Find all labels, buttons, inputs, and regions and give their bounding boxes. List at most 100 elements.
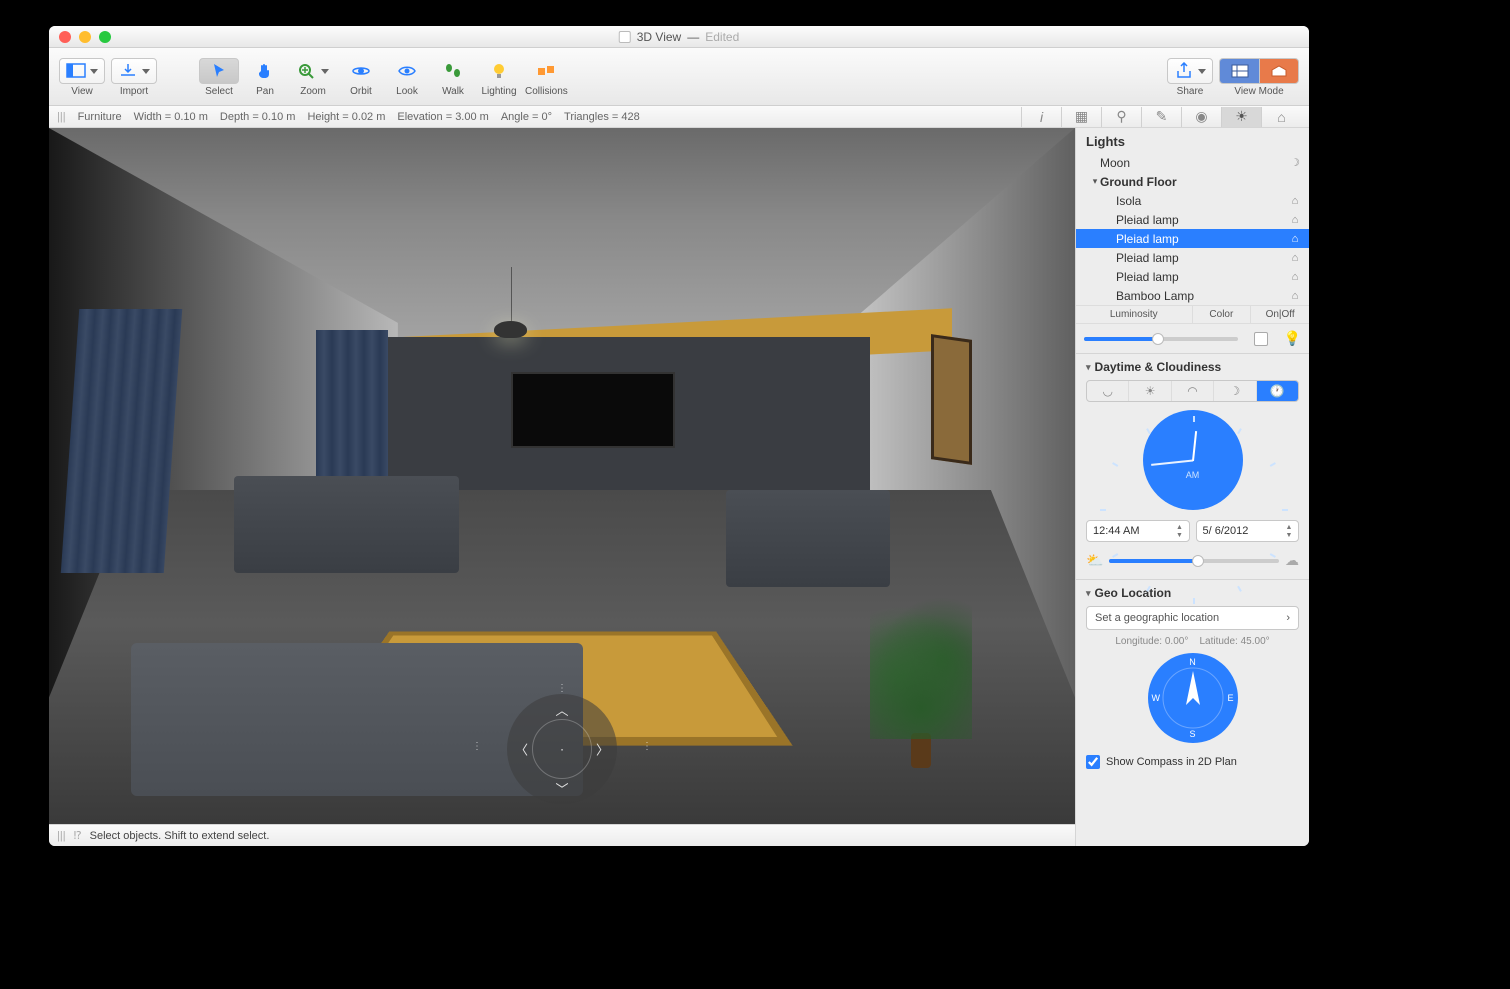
viewmode-2d-button[interactable] bbox=[1219, 58, 1259, 84]
lights-item[interactable]: ▾Ground Floor bbox=[1076, 172, 1309, 191]
pan-button[interactable] bbox=[245, 58, 285, 84]
night-tab[interactable]: ☽ bbox=[1214, 381, 1256, 401]
3d-viewport[interactable]: ⋮ ⋮ ⋮ ︿ ﹀ 〈 〉 · bbox=[49, 128, 1075, 824]
magnifier-icon bbox=[297, 62, 317, 80]
light-columns: Luminosity Color On|Off bbox=[1076, 305, 1309, 324]
select-tool: Select bbox=[199, 58, 239, 97]
lighting-button[interactable] bbox=[479, 58, 519, 84]
pan-label: Pan bbox=[256, 86, 274, 97]
date-value: 5/ 6/2012 bbox=[1203, 525, 1249, 537]
camera-tab[interactable]: ◉ bbox=[1181, 107, 1221, 127]
show-compass-checkbox[interactable]: Show Compass in 2D Plan bbox=[1086, 751, 1299, 773]
chevron-right-icon: › bbox=[1286, 612, 1290, 624]
share-button[interactable] bbox=[1167, 58, 1213, 84]
orbit-button[interactable] bbox=[341, 58, 381, 84]
chevron-down-icon bbox=[1198, 69, 1206, 74]
walk-label: Walk bbox=[442, 86, 464, 97]
view-label: View bbox=[71, 86, 93, 97]
dusk-tab[interactable]: ◠ bbox=[1172, 381, 1214, 401]
nav-center-icon[interactable]: · bbox=[560, 742, 564, 757]
infobar: ||| Furniture Width = 0.10 m Depth = 0.1… bbox=[49, 106, 1309, 128]
nav-down-icon[interactable]: ﹀ bbox=[555, 779, 568, 798]
dawn-tab[interactable]: ◡ bbox=[1087, 381, 1129, 401]
materials-tab[interactable]: ▦ bbox=[1061, 107, 1101, 127]
hand-icon bbox=[255, 62, 275, 80]
nav-dots-top[interactable]: ⋮ bbox=[557, 683, 567, 694]
time-clock[interactable]: AM bbox=[1143, 410, 1243, 510]
bulb-icon bbox=[489, 62, 509, 80]
collisions-tool: Collisions bbox=[525, 58, 568, 97]
geo-button-label: Set a geographic location bbox=[1095, 612, 1219, 624]
cloudiness-slider[interactable] bbox=[1109, 559, 1279, 563]
show-compass-input[interactable] bbox=[1086, 755, 1100, 769]
window-controls bbox=[49, 31, 111, 43]
compass[interactable]: N S W E bbox=[1148, 653, 1238, 743]
look-button[interactable] bbox=[387, 58, 427, 84]
luminosity-slider[interactable] bbox=[1084, 337, 1238, 341]
import-button[interactable] bbox=[111, 58, 157, 84]
minimize-button[interactable] bbox=[79, 31, 91, 43]
lights-item[interactable]: Pleiad lamp⌂ bbox=[1076, 210, 1309, 229]
lights-item[interactable]: Pleiad lamp⌂ bbox=[1076, 248, 1309, 267]
building-tab[interactable]: ⌂ bbox=[1261, 107, 1301, 127]
zoom-button[interactable] bbox=[99, 31, 111, 43]
date-stepper[interactable]: 5/ 6/2012 ▲▼ bbox=[1196, 520, 1300, 542]
light-type-icon: ⌂ bbox=[1287, 290, 1303, 302]
nav-left-icon[interactable]: 〈 bbox=[515, 740, 528, 759]
lights-item[interactable]: Moon☽ bbox=[1076, 153, 1309, 172]
orbit-tool: Orbit bbox=[341, 58, 381, 97]
navigation-pad[interactable]: ︿ ﹀ 〈 〉 · bbox=[507, 694, 617, 804]
day-tab[interactable]: ☀ bbox=[1129, 381, 1171, 401]
orbit-icon bbox=[351, 62, 371, 80]
time-stepper[interactable]: 12:44 AM ▲▼ bbox=[1086, 520, 1190, 542]
select-button[interactable] bbox=[199, 58, 239, 84]
walk-button[interactable] bbox=[433, 58, 473, 84]
title-text: 3D View bbox=[637, 30, 681, 44]
info-tab[interactable]: i bbox=[1021, 107, 1061, 127]
grip-icon: ||| bbox=[57, 830, 66, 842]
partly-cloudy-icon: ⛅ bbox=[1086, 552, 1103, 569]
nav-dots-left[interactable]: ⋮ bbox=[472, 741, 482, 752]
info-angle: Angle = 0° bbox=[501, 111, 552, 123]
footsteps-icon bbox=[443, 62, 463, 80]
close-button[interactable] bbox=[59, 31, 71, 43]
lights-item-label: Pleiad lamp bbox=[1116, 213, 1287, 227]
viewmode-3d-button[interactable] bbox=[1259, 58, 1299, 84]
lights-item-label: Moon bbox=[1100, 156, 1287, 170]
cloudy-icon: ☁ bbox=[1285, 552, 1299, 569]
house-icon bbox=[1270, 64, 1288, 78]
time-value: 12:44 AM bbox=[1093, 525, 1139, 537]
pointer-icon bbox=[209, 62, 229, 80]
nav-dots-right[interactable]: ⋮ bbox=[642, 741, 652, 752]
paint-tab[interactable]: ⚲ bbox=[1101, 107, 1141, 127]
light-type-icon: ⌂ bbox=[1287, 271, 1303, 283]
time-date-row: 12:44 AM ▲▼ 5/ 6/2012 ▲▼ bbox=[1086, 520, 1299, 542]
nav-right-icon[interactable]: 〉 bbox=[596, 740, 609, 759]
compass-needle-icon bbox=[1148, 653, 1238, 743]
lights-tree: Moon☽▾Ground FloorIsola⌂Pleiad lamp⌂Plei… bbox=[1076, 153, 1309, 305]
light-color-swatch[interactable] bbox=[1254, 332, 1268, 346]
hint-icon: ⁉ bbox=[74, 829, 82, 842]
am-label: AM bbox=[1186, 470, 1200, 480]
view-button[interactable] bbox=[59, 58, 105, 84]
zoom-button[interactable] bbox=[291, 58, 335, 84]
bulb-toggle-icon[interactable]: 💡 bbox=[1284, 330, 1301, 347]
geo-section: Geo Location Set a geographic location ›… bbox=[1076, 579, 1309, 783]
walk-tool: Walk bbox=[433, 58, 473, 97]
document-icon bbox=[619, 31, 631, 43]
collisions-button[interactable] bbox=[526, 58, 566, 84]
info-width: Width = 0.10 m bbox=[134, 111, 208, 123]
statusbar: ||| ⁉ Select objects. Shift to extend se… bbox=[49, 824, 1075, 846]
lights-item[interactable]: Pleiad lamp⌂ bbox=[1076, 267, 1309, 286]
lights-item[interactable]: Pleiad lamp⌂ bbox=[1076, 229, 1309, 248]
share-icon bbox=[1174, 62, 1194, 80]
lights-item[interactable]: Bamboo Lamp⌂ bbox=[1076, 286, 1309, 305]
edit-tab[interactable]: ✎ bbox=[1141, 107, 1181, 127]
lights-tab[interactable]: ☀ bbox=[1221, 107, 1261, 127]
geo-location-button[interactable]: Set a geographic location › bbox=[1086, 606, 1299, 630]
lights-item[interactable]: Isola⌂ bbox=[1076, 191, 1309, 210]
lights-header: Lights bbox=[1076, 128, 1309, 153]
nav-up-icon[interactable]: ︿ bbox=[555, 700, 568, 719]
light-type-icon: ☽ bbox=[1287, 156, 1303, 169]
clock-tab[interactable]: 🕐 bbox=[1257, 381, 1298, 401]
